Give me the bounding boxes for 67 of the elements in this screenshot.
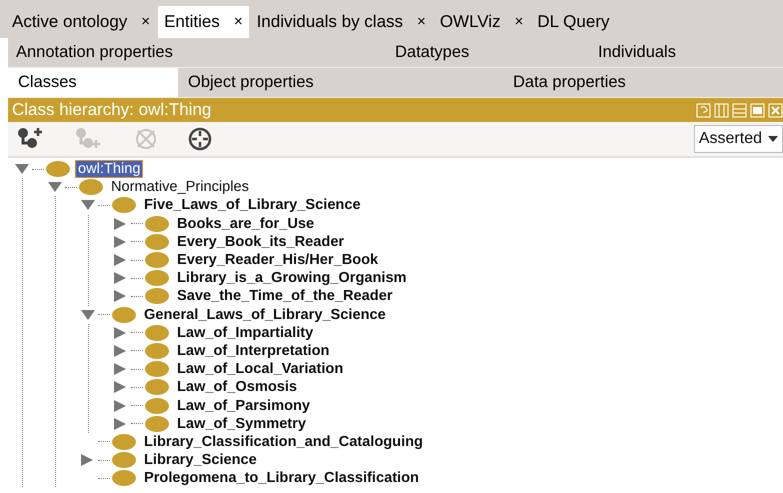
- collapsed-icon[interactable]: [113, 216, 127, 231]
- tab[interactable]: Entities ×: [158, 6, 249, 38]
- close-icon[interactable]: [768, 102, 783, 118]
- expanded-icon[interactable]: [47, 181, 63, 194]
- class-icon: [112, 306, 136, 323]
- view-dropdown[interactable]: Asserted: [694, 125, 783, 153]
- class-label[interactable]: Law_of_Osmosis: [175, 379, 300, 396]
- class-label[interactable]: Every_Reader_His/Her_Book: [175, 252, 380, 268]
- class-label[interactable]: Every_Book_its_Reader: [175, 234, 346, 250]
- expanded-icon[interactable]: [80, 199, 96, 212]
- class-icon: [145, 288, 169, 304]
- collapsed-icon[interactable]: [113, 362, 127, 376]
- expanded-icon[interactable]: [80, 308, 96, 321]
- class-label[interactable]: Law_of_Impartiality: [175, 324, 316, 341]
- class-label[interactable]: Save_the_Time_of_the_Reader: [175, 288, 394, 304]
- close-button[interactable]: ×: [417, 10, 426, 34]
- class-icon: [145, 270, 169, 286]
- class-icon: [46, 161, 70, 178]
- tab[interactable]: Classes: [8, 68, 178, 97]
- class-label[interactable]: Law_of_Interpretation: [175, 342, 332, 359]
- close-button[interactable]: ×: [514, 10, 524, 34]
- collapsed-icon[interactable]: [113, 289, 127, 304]
- class-icon: [112, 470, 136, 486]
- class-icon: [145, 416, 169, 432]
- class-icon: [145, 398, 169, 414]
- class-label[interactable]: Law_of_Local_Variation: [175, 361, 346, 378]
- collapsed-icon[interactable]: [113, 416, 127, 431]
- collapsed-icon[interactable]: [113, 326, 127, 340]
- class-label[interactable]: Normative_Principles: [109, 179, 251, 196]
- class-label[interactable]: Prolegomena_to_Library_Classification: [142, 470, 421, 486]
- class-label[interactable]: Books_are_for_Use: [175, 216, 316, 232]
- class-icon: [145, 234, 169, 250]
- crosshair-button[interactable]: [186, 125, 214, 153]
- collapsed-icon[interactable]: [113, 253, 127, 268]
- collapsed-icon[interactable]: [80, 453, 94, 468]
- close-button[interactable]: ×: [234, 10, 243, 34]
- caret-icon: [768, 136, 778, 142]
- maximize-icon[interactable]: [750, 102, 765, 118]
- close-button[interactable]: ×: [141, 10, 150, 34]
- collapsed-icon[interactable]: [113, 344, 127, 358]
- rows-icon[interactable]: [732, 102, 747, 118]
- class-icon: [145, 216, 169, 232]
- collapsed-icon[interactable]: [113, 234, 127, 249]
- class-icon: [112, 452, 136, 468]
- class-icon: [145, 342, 169, 359]
- class-icon: [79, 179, 103, 196]
- expanded-icon[interactable]: [14, 163, 30, 176]
- panel-title: Class hierarchy: owl:Thing: [12, 99, 212, 122]
- collapsed-icon[interactable]: [113, 398, 127, 413]
- class-label[interactable]: Library_Classification_and_Cataloguing: [142, 434, 425, 450]
- class-label[interactable]: Five_Laws_of_Library_Science: [142, 197, 363, 214]
- class-label[interactable]: Library_is_a_Growing_Organism: [175, 270, 409, 286]
- class-icon: [145, 379, 169, 396]
- class-label[interactable]: owl:Thing: [76, 161, 142, 178]
- columns-icon[interactable]: [714, 102, 729, 118]
- help-icon[interactable]: [696, 102, 711, 118]
- class-icon: [112, 434, 136, 450]
- collapsed-icon[interactable]: [113, 380, 127, 394]
- class-icon: [145, 324, 169, 341]
- class-icon: [112, 197, 136, 214]
- class-icon: [145, 361, 169, 378]
- class-icon: [145, 252, 169, 268]
- collapsed-icon[interactable]: [113, 271, 127, 286]
- class-label[interactable]: Library_Science: [142, 452, 259, 468]
- class-label[interactable]: Law_of_Symmetry: [175, 416, 308, 432]
- class-label[interactable]: Law_of_Parsimony: [175, 398, 312, 414]
- class-label[interactable]: General_Laws_of_Library_Science: [142, 306, 388, 323]
